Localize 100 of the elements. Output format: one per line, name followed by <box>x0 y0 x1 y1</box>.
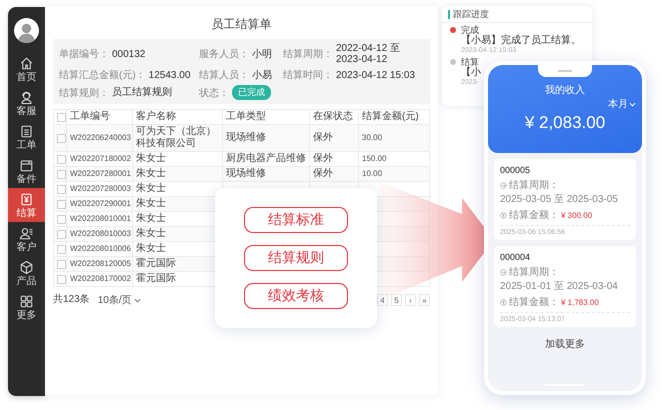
record-id: 000004 <box>500 252 532 262</box>
sidebar-item[interactable]: 工单 <box>8 120 45 154</box>
field-label: 结算时间： <box>283 68 333 82</box>
sidebar-item[interactable]: 产品 <box>8 256 45 290</box>
headset-icon <box>19 90 34 104</box>
table-cell: 厨房电器产品维修 <box>226 153 306 164</box>
period-value: 2025-01-01 至 2025-03-04 <box>500 280 618 293</box>
event-text: 【小 <box>461 67 481 79</box>
table-cell: 朱女士 <box>136 228 166 239</box>
option-button[interactable]: 结算标准 <box>244 207 348 233</box>
sidebar-item[interactable]: 客服 <box>8 86 45 120</box>
page-size-dropdown[interactable]: 10条/页 <box>98 293 141 307</box>
option-button[interactable]: 结算规则 <box>244 245 348 271</box>
document-icon <box>19 124 34 138</box>
row-checkbox[interactable] <box>57 260 66 268</box>
caret-icon <box>134 296 141 304</box>
page-button[interactable]: 5 <box>391 294 402 306</box>
column-header: 结算金额(元) <box>362 111 419 122</box>
table-cell: 朱女士 <box>136 153 166 164</box>
row-checkbox[interactable] <box>57 184 66 194</box>
table-cell: 朱女士 <box>136 213 166 224</box>
avatar-icon[interactable] <box>14 18 39 43</box>
table-cell: 保外 <box>313 132 333 143</box>
field-value: 000132 <box>112 48 146 60</box>
table-cell: 朱女士 <box>136 243 166 254</box>
page-button[interactable]: › <box>405 294 416 306</box>
row-checkbox[interactable] <box>57 274 66 284</box>
select-all-checkbox[interactable] <box>57 112 66 122</box>
column-header: 客户名称 <box>136 111 176 122</box>
table-cell: 10.00 <box>362 169 382 178</box>
cycle-icon <box>500 182 507 188</box>
table-cell: W202207280003 <box>70 184 131 193</box>
sidebar-item[interactable]: 首页 <box>8 52 45 86</box>
chevron-icon <box>629 100 636 108</box>
sidebar-item[interactable]: 备件 <box>8 154 45 188</box>
user-list-icon <box>19 226 34 240</box>
row-checkbox[interactable] <box>57 154 66 164</box>
table-cell: 保外 <box>313 168 333 179</box>
page-button[interactable]: » <box>419 294 430 306</box>
yen-circle-icon <box>500 298 507 306</box>
event-title: 结算 <box>461 57 479 67</box>
column-header: 在保状态 <box>313 111 353 122</box>
field-value: 小明 <box>252 48 272 60</box>
field-label: 结算周期： <box>509 266 559 279</box>
field-label: 状态： <box>199 86 229 100</box>
table-cell: W202208170002 <box>70 274 131 283</box>
table-cell: 150.00 <box>362 154 386 163</box>
table-cell: W202208010003 <box>70 229 131 238</box>
table-cell: W202207290001 <box>70 199 131 208</box>
table-cell: W202208010001 <box>70 214 131 223</box>
amount-value: ¥ 300.00 <box>561 210 592 220</box>
field-label: 结算金额： <box>509 296 559 309</box>
table-cell: W202208120005 <box>70 259 131 268</box>
status-badge: 已完成 <box>232 85 271 100</box>
field-value: 2022-04-12 至 2023-04-12 <box>336 43 401 65</box>
panel-title: 跟踪进度 <box>453 9 489 19</box>
table-cell: 朱女士 <box>136 168 166 179</box>
table-cell: W202206240003 <box>70 133 131 142</box>
sidebar-item[interactable]: 更多 <box>8 290 45 324</box>
page-title: 员工结算单 <box>212 16 272 33</box>
table-cell: W202208010006 <box>70 244 131 253</box>
field-label: 服务人员： <box>199 48 249 61</box>
sidebar-item[interactable]: 客户 <box>8 222 45 256</box>
row-checkbox[interactable] <box>57 200 66 208</box>
event-text: 【小易】完成了员工结算。 <box>461 35 581 47</box>
field-label: 结算周期： <box>283 48 333 61</box>
row-checkbox[interactable] <box>57 244 66 254</box>
table-cell: 现场维修 <box>226 132 266 143</box>
table-cell: W202207280001 <box>70 169 131 178</box>
sidebar-item[interactable]: 结算 <box>8 188 45 222</box>
row-checkbox[interactable] <box>57 170 66 178</box>
field-label: 结算规则： <box>59 86 109 100</box>
grid-icon <box>19 294 34 308</box>
total-count: 共123条 <box>53 294 90 306</box>
row-checkbox[interactable] <box>57 214 66 224</box>
income-total: ¥ 2,083.00 <box>524 113 606 133</box>
table-cell: 朱女士 <box>136 198 166 209</box>
period-value: 2025-03-05 至 2025-03-05 <box>500 193 618 206</box>
period-dropdown[interactable]: 本月 <box>608 97 636 111</box>
option-button[interactable]: 绩效考核 <box>244 283 348 309</box>
table-cell: 保外 <box>313 153 333 164</box>
yen-circle-icon <box>500 212 507 218</box>
field-value: 小易 <box>252 70 272 80</box>
row-checkbox[interactable] <box>57 230 66 238</box>
phone-notch <box>538 65 592 77</box>
load-more-link[interactable]: 加载更多 <box>545 337 585 351</box>
screen-title: 我的收入 <box>545 84 585 97</box>
page-button[interactable]: 4 <box>377 294 388 306</box>
table-cell: 现场维修 <box>226 168 266 179</box>
yen-document-icon <box>19 192 34 206</box>
amount-value: ¥ 1,783.00 <box>561 298 599 306</box>
record-id: 000005 <box>500 165 532 175</box>
field-label: 结算金额： <box>509 208 559 222</box>
table-cell: 霍元国际 <box>136 258 176 269</box>
home-icon <box>19 56 34 70</box>
field-value: 员工结算规则 <box>112 87 172 98</box>
table-cell: 可为天下（北京）科技有限公司 <box>136 126 216 149</box>
field-value: 12543.00 <box>148 70 190 80</box>
row-checkbox[interactable] <box>57 134 66 142</box>
field-label: 单据编号： <box>59 48 109 61</box>
